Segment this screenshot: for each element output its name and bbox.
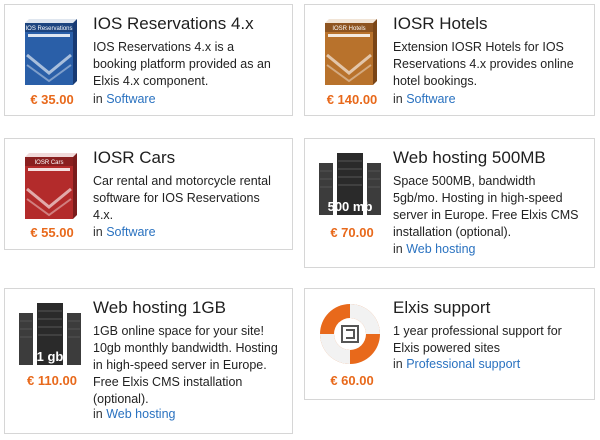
product-title[interactable]: Elxis support xyxy=(393,298,490,318)
product-description: Car rental and motorcycle rental softwar… xyxy=(93,174,271,222)
product-title[interactable]: Web hosting 500MB xyxy=(393,148,546,168)
product-card-elxis-support: € 60.00 Elxis support 1 year professiona… xyxy=(304,288,595,400)
product-card-iosr-cars: IOSR Cars € 55.00 IOSR Cars Car rental a… xyxy=(4,138,293,250)
product-card-ios-reservations: IOS Reservations € 35.00 IOS Reservation… xyxy=(4,4,293,116)
product-price: € 35.00 xyxy=(30,92,74,107)
product-description: IOS Reservations 4.x is a booking platfo… xyxy=(93,40,271,88)
product-category: in Software xyxy=(393,92,456,106)
svg-text:IOSR Hotels: IOSR Hotels xyxy=(332,26,365,32)
category-link-software[interactable]: Software xyxy=(106,225,155,239)
iosr-cars-box-icon[interactable]: IOSR Cars xyxy=(15,149,85,219)
product-title[interactable]: Web hosting 1GB xyxy=(93,298,226,318)
category-prefix: in xyxy=(393,357,403,371)
product-price: € 60.00 xyxy=(330,373,374,388)
product-category: in Professional support xyxy=(393,357,520,371)
category-prefix: in xyxy=(393,92,403,106)
product-price: € 140.00 xyxy=(326,92,378,107)
product-description: Extension IOSR Hotels for IOS Reservatio… xyxy=(393,40,574,88)
product-description: 1GB online space for your site! 10gb mon… xyxy=(93,324,278,406)
lifebuoy-icon[interactable] xyxy=(315,299,385,369)
product-category: in Software xyxy=(93,92,156,106)
category-link-web-hosting[interactable]: Web hosting xyxy=(406,242,475,256)
product-category: in Web hosting xyxy=(393,242,475,256)
product-category: in Software xyxy=(93,225,156,239)
svg-text:1 gb: 1 gb xyxy=(37,349,64,364)
product-price: € 55.00 xyxy=(30,225,74,240)
category-prefix: in xyxy=(393,242,403,256)
product-card-iosr-hotels: IOSR Hotels € 140.00 IOSR Hotels Extensi… xyxy=(304,4,595,116)
product-description: Space 500MB, bandwidth 5gb/mo. Hosting i… xyxy=(393,174,579,239)
product-category: in Web hosting xyxy=(93,407,175,421)
svg-text:500 mb: 500 mb xyxy=(328,199,373,214)
iosr-hotels-box-icon[interactable]: IOSR Hotels xyxy=(315,15,385,85)
product-title[interactable]: IOS Reservations 4.x xyxy=(93,14,254,34)
product-description: 1 year professional support for Elxis po… xyxy=(393,324,562,355)
category-link-software[interactable]: Software xyxy=(106,92,155,106)
server-rack-icon[interactable]: 1 gb xyxy=(15,299,85,369)
server-rack-icon[interactable]: 500 mb xyxy=(315,149,385,219)
svg-text:IOSR Cars: IOSR Cars xyxy=(34,160,63,166)
product-price: € 110.00 xyxy=(27,373,77,388)
category-prefix: in xyxy=(93,92,103,106)
category-link-professional-support[interactable]: Professional support xyxy=(406,357,520,371)
product-card-web-hosting-500mb: 500 mb € 70.00 Web hosting 500MB Space 5… xyxy=(304,138,595,268)
product-title[interactable]: IOSR Cars xyxy=(93,148,175,168)
svg-text:IOS Reservations: IOS Reservations xyxy=(25,26,72,32)
ios-reservations-box-icon[interactable]: IOS Reservations xyxy=(15,15,85,85)
product-price: € 70.00 xyxy=(330,225,374,240)
category-link-software[interactable]: Software xyxy=(406,92,455,106)
category-link-web-hosting[interactable]: Web hosting xyxy=(106,407,175,421)
category-prefix: in xyxy=(93,407,103,421)
category-prefix: in xyxy=(93,225,103,239)
product-card-web-hosting-1gb: 1 gb € 110.00 Web hosting 1GB 1GB online… xyxy=(4,288,293,434)
product-title[interactable]: IOSR Hotels xyxy=(393,14,487,34)
